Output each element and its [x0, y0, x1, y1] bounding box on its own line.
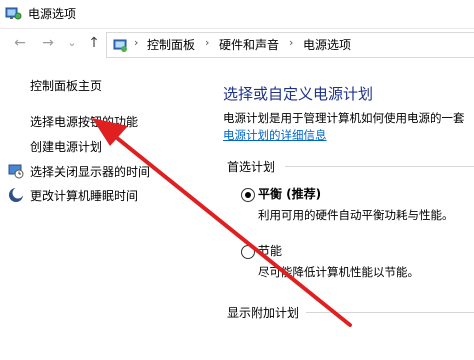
- forward-icon[interactable]: →: [40, 35, 56, 51]
- breadcrumb-hardware-sound[interactable]: 硬件和声音: [219, 36, 279, 53]
- breadcrumb-power-options[interactable]: 电源选项: [303, 36, 351, 53]
- sidebar-item-power-button[interactable]: 选择电源按钮的功能: [30, 113, 138, 130]
- breadcrumb-separator: ›: [289, 36, 294, 49]
- section-divider: [306, 312, 474, 313]
- power-saver-plan-name[interactable]: 节能: [258, 242, 282, 259]
- balanced-plan-name[interactable]: 平衡 (推荐): [258, 185, 321, 202]
- power-options-icon: [5, 7, 22, 20]
- power-saver-plan-desc: 尽可能降低计算机性能以节能。: [258, 265, 419, 279]
- sidebar-item-create-plan[interactable]: 创建电源计划: [30, 138, 102, 155]
- control-panel-icon: [113, 39, 127, 52]
- balanced-plan-desc: 利用可用的硬件自动平衡功耗与性能。: [258, 208, 454, 222]
- address-bar[interactable]: › 控制面板 › 硬件和声音 › 电源选项: [106, 32, 474, 58]
- back-icon[interactable]: ←: [12, 35, 28, 51]
- window-title: 电源选项: [28, 7, 77, 21]
- navigation-bar: ← → ⌄ ↑ › 控制面板 › 硬件和声音 › 电源选项: [0, 29, 474, 59]
- sidebar-item-control-panel-home[interactable]: 控制面板主页: [30, 77, 102, 94]
- breadcrumb-separator: ›: [134, 36, 139, 49]
- show-additional-plans-label[interactable]: 显示附加计划: [227, 304, 299, 321]
- up-icon[interactable]: ↑: [86, 35, 102, 51]
- sleep-moon-icon: [9, 187, 24, 202]
- page-title: 选择或自定义电源计划: [223, 85, 374, 103]
- breadcrumb-control-panel[interactable]: 控制面板: [147, 36, 195, 53]
- balanced-plan-radio[interactable]: [241, 188, 255, 202]
- sidebar-item-display-off-time[interactable]: 选择关闭显示器的时间: [30, 163, 150, 180]
- page-description: 电源计划是用于管理计算机如何使用电源的一套: [223, 111, 465, 125]
- recent-locations-icon[interactable]: ⌄: [64, 35, 80, 51]
- power-saver-plan-radio[interactable]: [241, 245, 255, 259]
- breadcrumb-separator: ›: [205, 36, 210, 49]
- sidebar-item-sleep-time[interactable]: 更改计算机睡眠时间: [30, 187, 138, 204]
- main-content: 选择或自定义电源计划 电源计划是用于管理计算机如何使用电源的一套 电源计划的详细…: [200, 60, 474, 360]
- preferred-plans-label: 首选计划: [227, 160, 276, 174]
- plan-details-link[interactable]: 电源计划的详细信息: [223, 127, 327, 143]
- section-divider: [285, 166, 474, 167]
- display-clock-icon: [8, 164, 24, 179]
- title-bar: 电源选项: [0, 0, 474, 29]
